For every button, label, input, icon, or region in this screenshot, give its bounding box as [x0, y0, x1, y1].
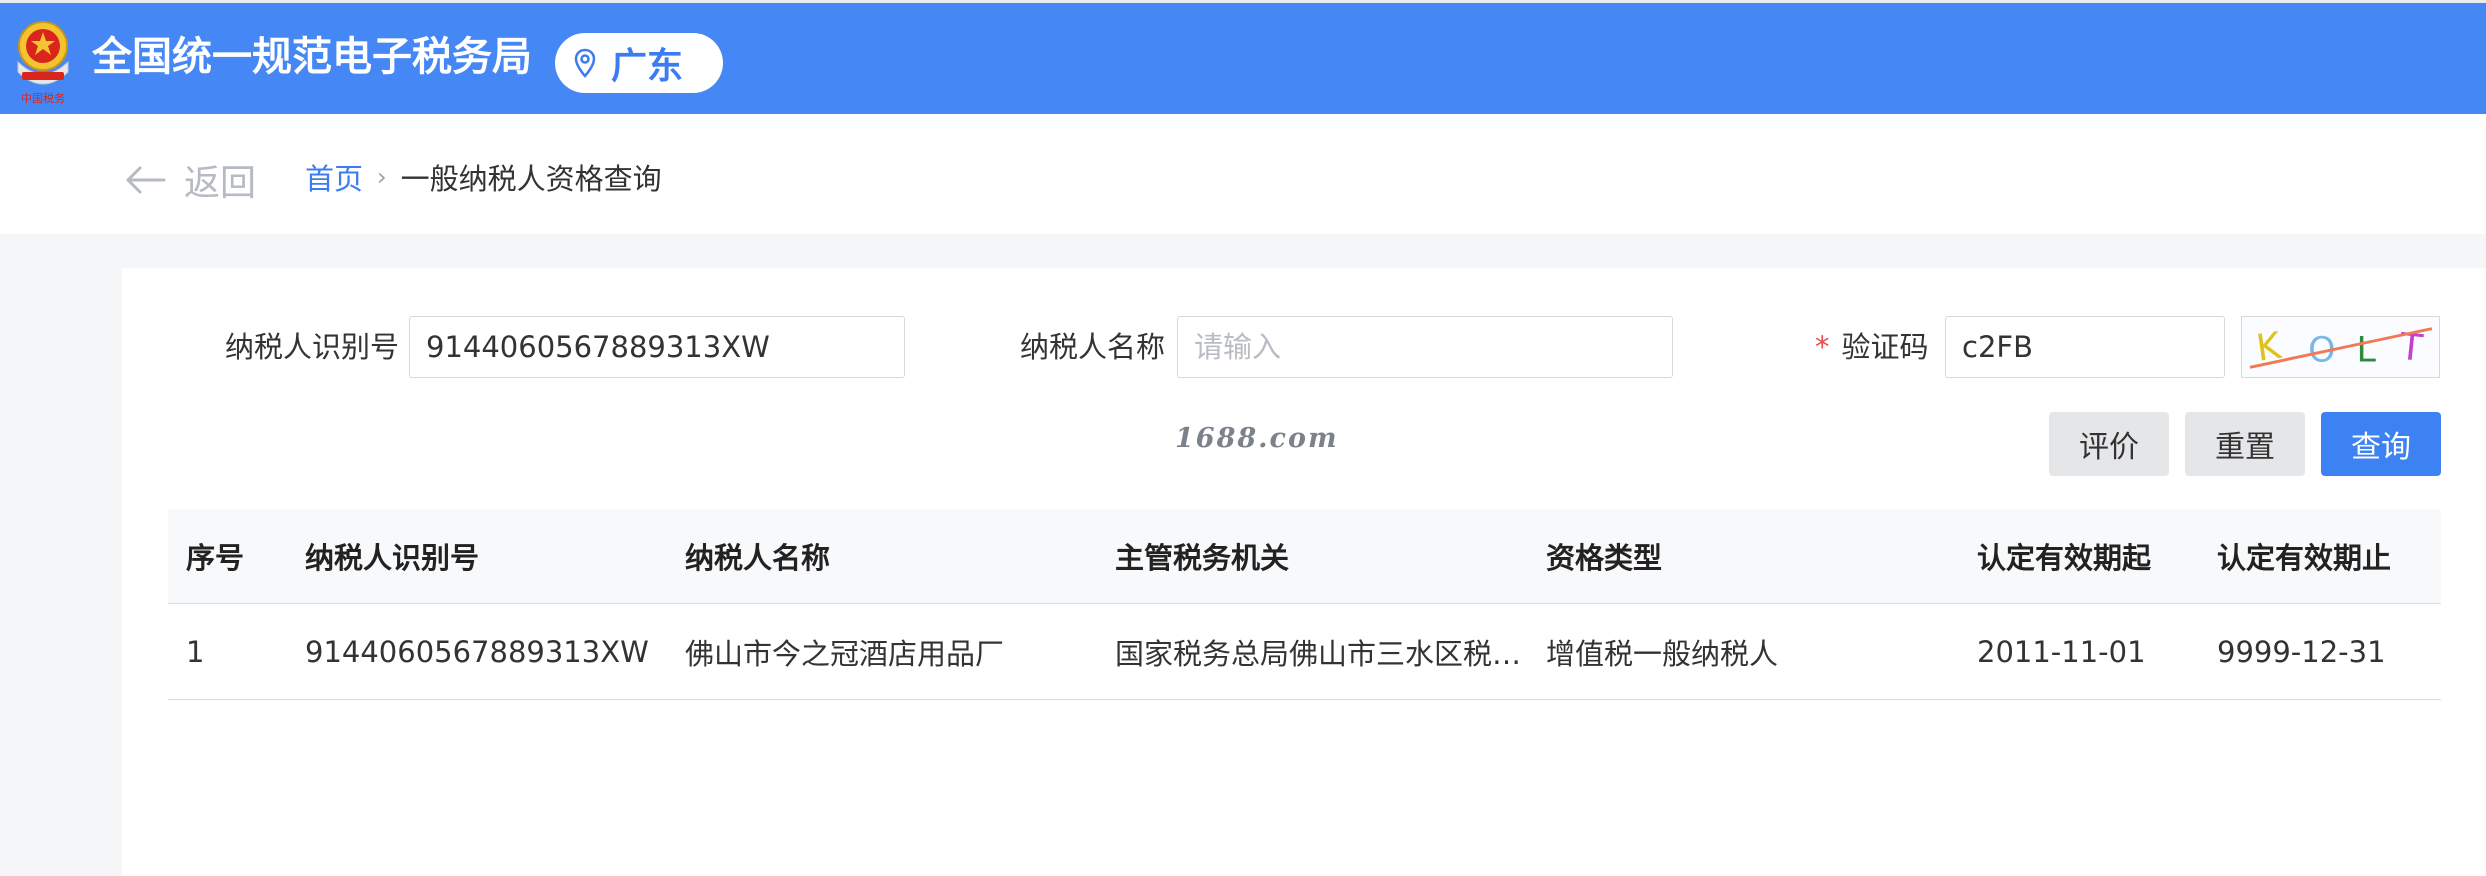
breadcrumb-current: 一般纳税人资格查询	[400, 162, 662, 196]
cell-taxpayer-name: 佛山市今之冠酒店用品厂	[685, 636, 1005, 671]
cell-taxpayer-id: 9144060567889313XW	[305, 634, 649, 669]
sub-navigation: 返回 首页 › 一般纳税人资格查询	[0, 114, 2486, 234]
column-header-taxpayer-id: 纳税人识别号	[305, 541, 480, 575]
cell-valid-from: 2011-11-01	[1977, 634, 2146, 669]
emblem-caption: 中国税务	[21, 91, 65, 105]
column-header-taxpayer-name: 纳税人名称	[685, 541, 831, 575]
back-label: 返回	[184, 163, 257, 204]
cell-tax-authority: 国家税务总局佛山市三水区税…	[1115, 636, 1522, 671]
site-title: 全国统一规范电子税务局	[92, 34, 532, 80]
reset-button[interactable]: 重置	[2185, 412, 2305, 476]
cell-qualification-type: 增值税一般纳税人	[1546, 636, 1779, 671]
region-label: 广东	[611, 46, 684, 87]
taxpayer-id-input[interactable]	[409, 316, 905, 378]
watermark: 1688.com	[1175, 423, 1339, 454]
column-header-valid-from: 认定有效期起	[1977, 541, 2152, 575]
taxpayer-name-label: 纳税人名称	[1020, 330, 1166, 364]
taxpayer-name-input[interactable]	[1177, 316, 1673, 378]
captcha-label-text: 验证码	[1841, 330, 1929, 364]
breadcrumb-home-link[interactable]: 首页	[305, 156, 363, 198]
captcha-input[interactable]	[1945, 316, 2225, 378]
column-header-valid-to: 认定有效期止	[2217, 541, 2392, 575]
results-table: 序号 纳税人识别号 纳税人名称 主管税务机关 资格类型 认定有效期起 认定有效期…	[168, 509, 2441, 700]
taxpayer-id-label: 纳税人识别号	[225, 330, 400, 364]
region-selector[interactable]: 广东	[555, 33, 723, 93]
arrow-left-icon	[126, 166, 166, 194]
location-pin-icon	[574, 48, 596, 78]
cell-index: 1	[186, 634, 205, 669]
query-button[interactable]: 查询	[2321, 412, 2441, 476]
rate-button[interactable]: 评价	[2049, 412, 2169, 476]
captcha-image[interactable]: K O L T	[2241, 316, 2440, 378]
national-emblem-icon: 中国税务	[17, 21, 69, 105]
cell-valid-to: 9999-12-31	[2217, 634, 2386, 669]
chevron-right-icon: ›	[377, 163, 387, 191]
top-header: 中国税务 全国统一规范电子税务局 广东	[0, 0, 2486, 114]
column-header-tax-authority: 主管税务机关	[1115, 541, 1290, 575]
breadcrumb: 首页 › 一般纳税人资格查询	[305, 156, 662, 198]
column-header-qualification-type: 资格类型	[1546, 541, 1663, 575]
table-row: 1 9144060567889313XW 佛山市今之冠酒店用品厂 国家税务总局佛…	[168, 604, 2441, 700]
column-header-index: 序号	[186, 541, 245, 575]
back-button[interactable]: 返回	[124, 154, 256, 206]
required-mark: *	[1815, 330, 1830, 364]
captcha-label: * 验证码	[1815, 327, 1929, 367]
captcha-char-3: L	[2356, 331, 2376, 371]
table-header: 序号 纳税人识别号 纳税人名称 主管税务机关 资格类型 认定有效期起 认定有效期…	[168, 509, 2441, 604]
